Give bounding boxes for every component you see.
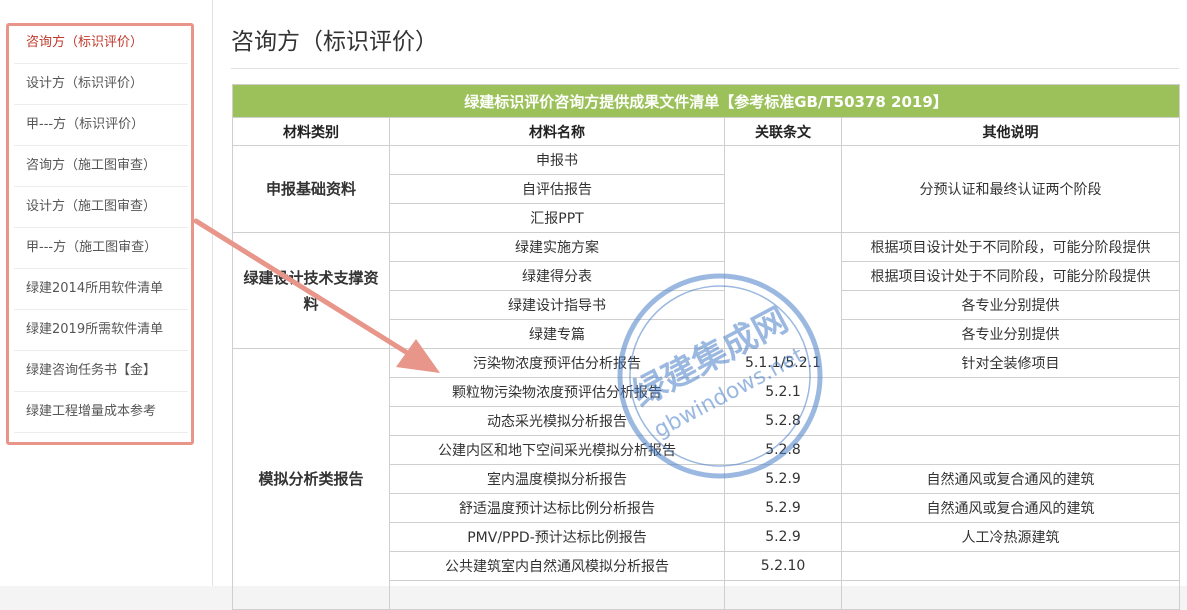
material-name-cell: 公建内区和地下空间采光模拟分析报告 — [389, 435, 725, 465]
material-name-cell: 颗粒物污染物浓度预评估分析报告 — [389, 377, 725, 407]
material-name-cell: 绿建设计指导书 — [389, 290, 725, 320]
table-header-row: 材料类别 材料名称 关联条文 其他说明 — [232, 117, 1180, 146]
clause-cell — [724, 232, 842, 349]
clause-cell: 5.2.10 — [724, 551, 842, 581]
header-material-name: 材料名称 — [389, 117, 725, 146]
material-name-cell: 汇报PPT — [389, 203, 725, 233]
category-cell: 模拟分析类报告 — [232, 348, 390, 610]
note-cell: 人工冷热源建筑 — [841, 522, 1180, 552]
header-category: 材料类别 — [232, 117, 390, 146]
material-name-cell: 绿建实施方案 — [389, 232, 725, 262]
material-name-cell: 绿建专篇 — [389, 319, 725, 349]
header-notes: 其他说明 — [841, 117, 1180, 146]
main-content: 咨询方（标识评价） 绿建标识评价咨询方提供成果文件清单【参考标准GB/T5037… — [213, 0, 1187, 610]
table-row: 模拟分析类报告 污染物浓度预评估分析报告 5.1.1/5.2.1 针对全装修项目 — [232, 348, 1180, 610]
material-name-cell: 动态采光模拟分析报告 — [389, 406, 725, 436]
table-row: 申报基础资料 申报书 分预认证和最终认证两个阶段 — [232, 145, 1180, 233]
header-clause: 关联条文 — [724, 117, 842, 146]
material-name-cell: 室内温度模拟分析报告 — [389, 464, 725, 494]
material-name-cell: 绿建得分表 — [389, 261, 725, 291]
deliverables-table: 绿建标识评价咨询方提供成果文件清单【参考标准GB/T50378 2019】 材料… — [232, 84, 1180, 610]
sidebar-highlight-frame — [6, 23, 194, 445]
table-caption: 绿建标识评价咨询方提供成果文件清单【参考标准GB/T50378 2019】 — [232, 84, 1180, 118]
clause-cell: 5.2.8 — [724, 406, 842, 436]
clause-cell: 5.1.1/5.2.1 — [724, 348, 842, 378]
note-cell: 分预认证和最终认证两个阶段 — [841, 145, 1180, 233]
material-name-cell: 申报书 — [389, 145, 725, 175]
material-name-cell: 污染物浓度预评估分析报告 — [389, 348, 725, 378]
clause-cell: 5.2.8 — [724, 435, 842, 465]
note-cell — [841, 377, 1180, 407]
material-name-cell — [389, 580, 725, 610]
clause-cell — [724, 580, 842, 610]
clause-cell — [724, 145, 842, 233]
note-cell: 各专业分别提供 — [841, 290, 1180, 320]
note-cell — [841, 435, 1180, 465]
material-name-cell: 舒适温度预计达标比例分析报告 — [389, 493, 725, 523]
category-cell: 申报基础资料 — [232, 145, 390, 233]
note-cell — [841, 406, 1180, 436]
note-cell: 自然通风或复合通风的建筑 — [841, 493, 1180, 523]
category-cell: 绿建设计技术支撑资料 — [232, 232, 390, 349]
clause-cell: 5.2.9 — [724, 493, 842, 523]
page-title: 咨询方（标识评价） — [231, 29, 438, 55]
title-divider — [231, 68, 1179, 69]
table-row: 绿建设计技术支撑资料 绿建实施方案 根据项目设计处于不同阶段，可能分阶段提供 — [232, 232, 1180, 349]
material-name-cell: PMV/PPD-预计达标比例报告 — [389, 522, 725, 552]
note-cell: 根据项目设计处于不同阶段，可能分阶段提供 — [841, 232, 1180, 262]
note-cell — [841, 551, 1180, 581]
note-cell — [841, 580, 1180, 610]
note-cell: 针对全装修项目 — [841, 348, 1180, 378]
material-name-cell: 公共建筑室内自然通风模拟分析报告 — [389, 551, 725, 581]
clause-cell: 5.2.9 — [724, 464, 842, 494]
note-cell: 各专业分别提供 — [841, 319, 1180, 349]
clause-cell: 5.2.1 — [724, 377, 842, 407]
note-cell: 根据项目设计处于不同阶段，可能分阶段提供 — [841, 261, 1180, 291]
sidebar: 咨询方（标识评价） 设计方（标识评价） 甲---方（标识评价） 咨询方（施工图审… — [0, 0, 213, 586]
clause-cell: 5.2.9 — [724, 522, 842, 552]
note-cell: 自然通风或复合通风的建筑 — [841, 464, 1180, 494]
material-name-cell: 自评估报告 — [389, 174, 725, 204]
